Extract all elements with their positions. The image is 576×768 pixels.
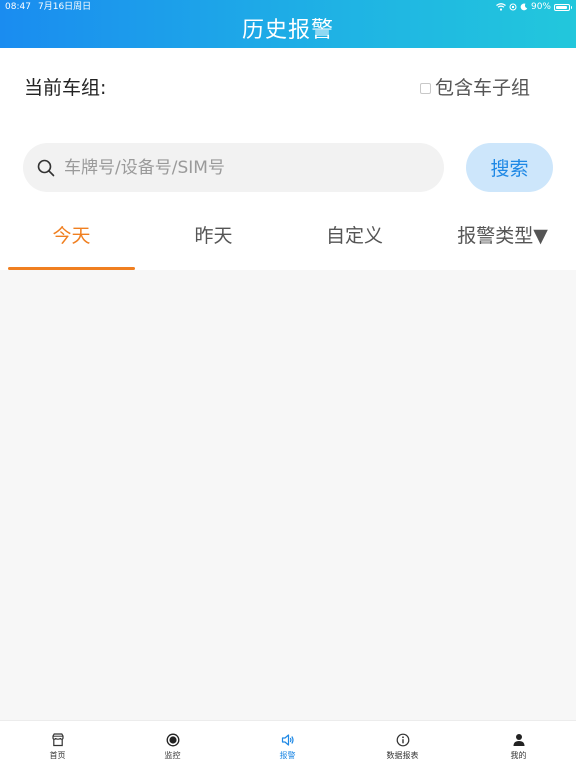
page-title: 历史报警: [241, 18, 334, 43]
tab-custom[interactable]: 自定义: [291, 222, 418, 250]
app-header: 08:47 7月16日周日 90% 历史报警: [0, 0, 576, 48]
search-box[interactable]: [23, 143, 444, 192]
search-button[interactable]: 搜索: [466, 143, 553, 192]
nav-profile[interactable]: 我的: [461, 721, 576, 768]
orientation-lock-icon: [509, 3, 517, 11]
search-input[interactable]: [64, 157, 424, 178]
nav-reports[interactable]: 数据报表: [345, 721, 460, 768]
nav-alarm-label: 报警: [279, 751, 296, 760]
search-icon: [37, 159, 55, 176]
home-icon: [51, 733, 64, 747]
nav-home-label: 首页: [49, 751, 66, 760]
nav-alarm[interactable]: 报警: [230, 721, 345, 768]
status-indicators: 90%: [496, 0, 572, 14]
user-icon: [513, 734, 524, 746]
monitor-icon: [166, 733, 179, 747]
nav-monitor[interactable]: 监控: [115, 721, 230, 768]
nav-profile-label: 我的: [510, 751, 527, 760]
info-icon: [396, 733, 409, 747]
tab-yesterday[interactable]: 昨天: [150, 222, 277, 250]
current-group-label: 当前车组:: [24, 77, 107, 99]
status-date: 7月16日周日: [38, 2, 92, 12]
nav-monitor-label: 监控: [164, 751, 181, 760]
status-time: 08:47: [5, 2, 31, 12]
wifi-icon: [496, 3, 506, 11]
tab-alarm-type[interactable]: 报警类型▼: [440, 222, 565, 250]
tab-today[interactable]: 今天: [8, 222, 135, 250]
battery-percent: 90%: [530, 2, 551, 12]
status-bar: 08:47 7月16日周日 90%: [0, 0, 576, 14]
bottom-nav: 首页 监控 报警 数据报表 我的: [0, 720, 576, 768]
battery-icon: [554, 3, 572, 11]
include-subgroup-toggle[interactable]: 包含车子组: [419, 76, 530, 100]
date-tabs: 今天 昨天 自定义 报警类型▼: [0, 210, 576, 270]
nav-reports-label: 数据报表: [386, 751, 419, 760]
alarm-list: [0, 270, 576, 720]
include-subgroup-checkbox[interactable]: [419, 82, 431, 94]
moon-icon: [520, 3, 528, 11]
speaker-icon: [281, 734, 294, 746]
nav-home[interactable]: 首页: [0, 721, 115, 768]
include-subgroup-label: 包含车子组: [434, 77, 530, 99]
